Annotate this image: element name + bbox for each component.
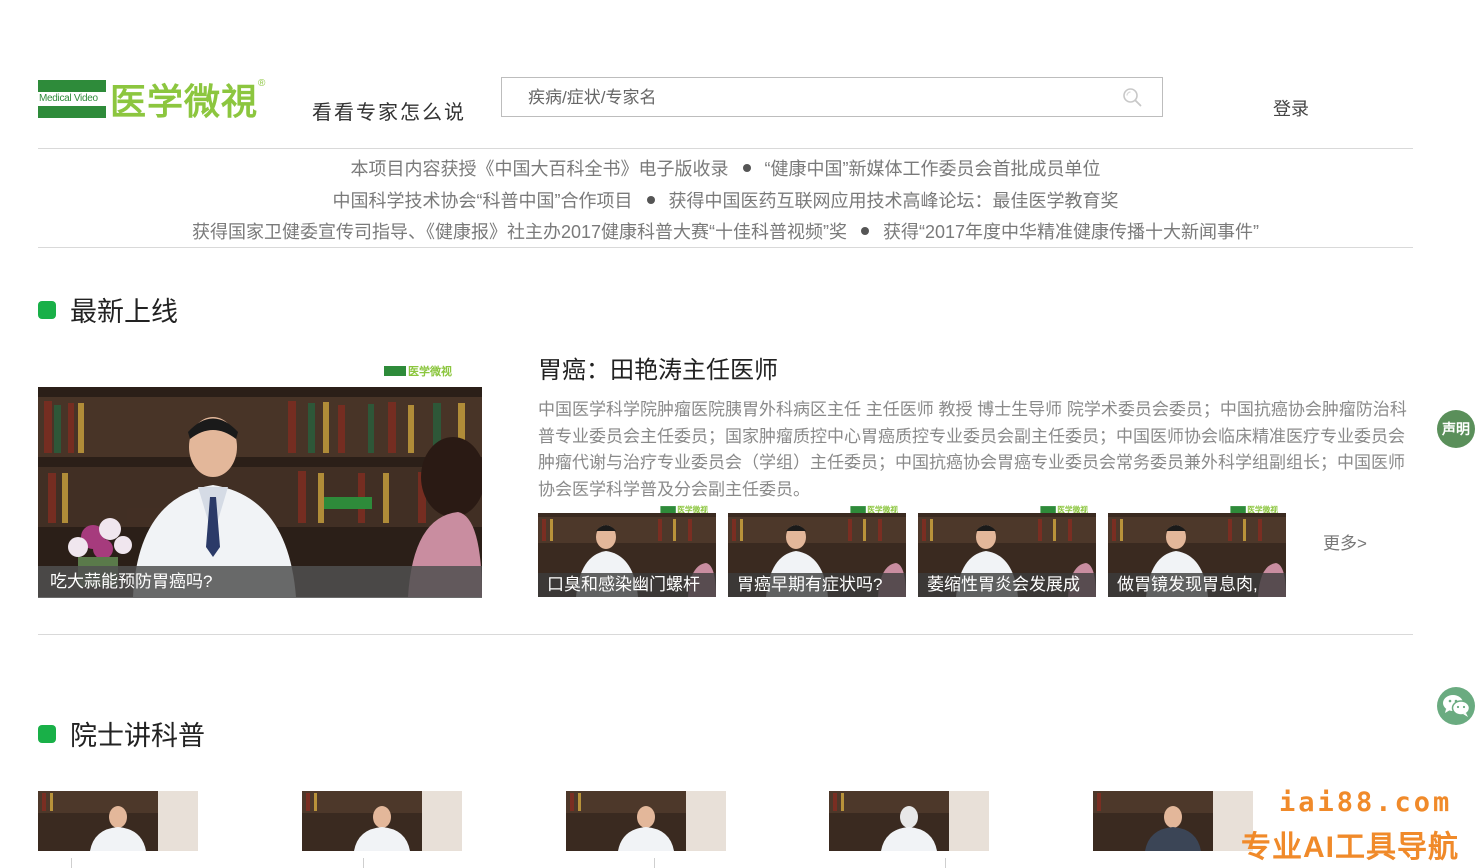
video-watermark-logo: 医学微视	[384, 363, 452, 379]
video-card[interactable]: 医学微视 萎缩性胃炎会发展成	[918, 503, 1096, 597]
announcement-row: 获得国家卫健委宣传司指导、《健康报》社主办2017健康科普大赛“十佳科普视频”奖…	[38, 218, 1413, 244]
site-logo[interactable]: Medical Video 医学微視 ®	[38, 74, 268, 124]
section-marker-icon	[38, 300, 56, 319]
video-caption: 做胃镜发现胃息肉,	[1108, 573, 1286, 597]
video-card[interactable]: 医学微视 口臭和感染幽门螺杆	[538, 503, 716, 597]
academician-video-card[interactable]	[1093, 791, 1253, 851]
section-marker-icon	[38, 724, 56, 743]
section-heading-academician: 院士讲科普	[38, 714, 205, 753]
announcement-row: 中国科学技术协会“科普中国”合作项目 获得中国医药互联网应用技术高峰论坛：最佳医学…	[38, 187, 1413, 213]
video-caption: 吃大蒜能预防胃癌吗?	[38, 566, 482, 598]
site-tagline: 看看专家怎么说	[312, 102, 466, 124]
video-caption: 萎缩性胃炎会发展成	[918, 573, 1096, 597]
bullet-dot	[742, 164, 751, 173]
wechat-button[interactable]	[1437, 687, 1475, 725]
watermark-slogan: 专业AI工具导航	[1241, 831, 1459, 864]
announcement-text: 本项目内容获授《中国大百科全书》电子版收录	[350, 159, 729, 179]
divider	[38, 634, 1413, 635]
statement-button[interactable]: 声明	[1437, 410, 1475, 448]
search-icon[interactable]	[1122, 87, 1142, 107]
announcement-text: “健康中国”新媒体工作委员会首批成员单位	[764, 159, 1101, 179]
doctor-title[interactable]: 胃癌：田艳涛主任医师	[538, 350, 778, 385]
announcement-text: 获得中国医药互联网应用技术高峰论坛：最佳医学教育奖	[668, 191, 1119, 211]
video-caption: 胃癌早期有症状吗?	[728, 573, 906, 597]
logo-mark: Medical Video	[38, 80, 106, 118]
search-input[interactable]	[526, 86, 1090, 110]
watermark-domain: iai88.com	[1279, 787, 1453, 818]
divider	[71, 858, 72, 868]
academician-video-card[interactable]	[566, 791, 726, 851]
announcement-row: 本项目内容获授《中国大百科全书》电子版收录 “健康中国”新媒体工作委员会首批成员单…	[38, 155, 1413, 181]
divider	[38, 148, 1413, 149]
featured-video[interactable]: 医学微视 吃大蒜能预防胃癌吗?	[38, 357, 482, 598]
mini-logo-text: 医学微视	[408, 366, 452, 378]
section-title: 最新上线	[70, 297, 178, 327]
divider	[654, 858, 655, 868]
section-title: 院士讲科普	[70, 721, 205, 751]
video-caption: 口臭和感染幽门螺杆	[538, 573, 716, 597]
bullet-dot	[646, 196, 655, 205]
logo-chinese-text: 医学微視	[110, 82, 259, 123]
announcement-text: 中国科学技术协会“科普中国”合作项目	[332, 191, 633, 211]
academician-video-card[interactable]	[829, 791, 989, 851]
login-link[interactable]: 登录	[1273, 95, 1309, 121]
video-card[interactable]: 医学微视 胃癌早期有症状吗?	[728, 503, 906, 597]
section-heading-latest: 最新上线	[38, 290, 178, 329]
divider	[945, 858, 946, 868]
academician-video-card[interactable]	[302, 791, 462, 851]
divider	[38, 247, 1413, 248]
academician-video-card[interactable]	[38, 791, 198, 851]
search-bar	[501, 77, 1163, 117]
wechat-icon	[1443, 695, 1471, 717]
announcement-text: 获得国家卫健委宣传司指导、《健康报》社主办2017健康科普大赛“十佳科普视频”奖	[191, 222, 847, 242]
announcement-text: 获得“2017年度中华精准健康传播十大新闻事件”	[883, 222, 1260, 242]
doctor-description: 中国医学科学院肿瘤医院胰胃外科病区主任 主任医师 教授 博士生导师 院学术委员会…	[538, 400, 1407, 499]
bullet-dot	[861, 227, 869, 236]
logo-english-text: Medical Video	[39, 93, 98, 104]
more-link[interactable]: 更多>	[1323, 529, 1367, 554]
logo-registered-mark: ®	[258, 77, 266, 89]
divider	[363, 858, 364, 868]
video-card[interactable]: 医学微视 做胃镜发现胃息肉,	[1108, 503, 1286, 597]
